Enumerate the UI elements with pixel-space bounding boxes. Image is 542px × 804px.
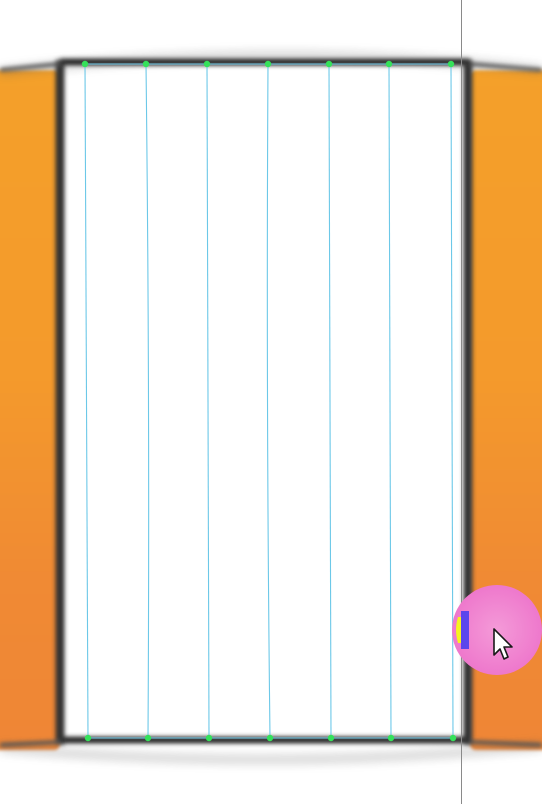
selected-path-verticals[interactable] — [84, 63, 454, 739]
ruler-guide-line[interactable] — [461, 0, 462, 804]
anchor-point — [266, 734, 274, 742]
anchor-point — [325, 60, 333, 68]
path-segment — [206, 63, 210, 739]
anchor-point — [203, 60, 211, 68]
path-segment — [328, 63, 332, 739]
anchor-point — [81, 60, 89, 68]
anchor-point — [144, 734, 152, 742]
anchor-point — [385, 60, 393, 68]
anchor-point — [327, 734, 335, 742]
anchor-point — [205, 734, 213, 742]
path-segment — [84, 63, 89, 739]
anchor-point — [447, 60, 455, 68]
anchor-point — [142, 60, 150, 68]
path-segment — [266, 63, 271, 739]
drawing-canvas[interactable] — [0, 0, 542, 804]
path-segment — [388, 63, 392, 739]
anchor-point — [264, 60, 272, 68]
anchor-point — [84, 734, 92, 742]
anchor-point — [387, 734, 395, 742]
anchor-point — [449, 734, 457, 742]
cursor-highlight — [452, 585, 542, 675]
path-segment — [145, 63, 150, 739]
